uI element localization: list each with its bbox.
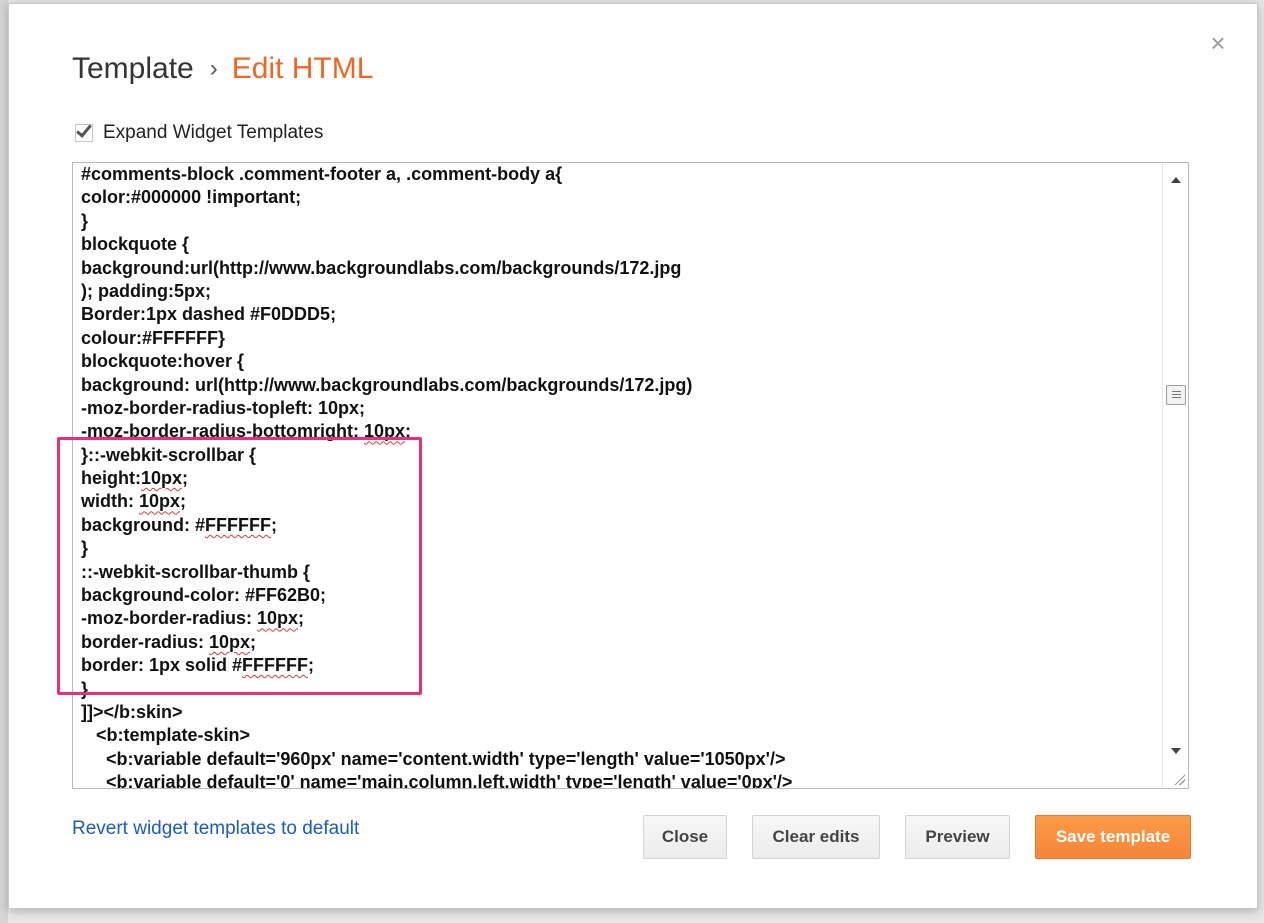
scroll-down-arrow-icon[interactable] <box>1171 748 1181 754</box>
code-line[interactable]: #comments-block .comment-footer a, .comm… <box>81 163 792 186</box>
code-line[interactable]: ::-webkit-scrollbar-thumb { <box>81 561 792 584</box>
edit-html-dialog: × Template › Edit HTML Expand Widget Templ… <box>8 3 1258 909</box>
checkmark-icon <box>76 121 92 138</box>
code-line[interactable]: background: url(http://www.backgroundlab… <box>81 374 792 397</box>
expand-widget-templates-label[interactable]: Expand Widget Templates <box>103 122 323 144</box>
code-line[interactable]: background:url(http://www.backgroundlabs… <box>81 257 792 280</box>
html-code-editor[interactable]: #comments-block .comment-footer a, .comm… <box>72 162 1189 789</box>
scroll-up-arrow-icon[interactable] <box>1171 177 1181 183</box>
code-line[interactable]: ); padding:5px; <box>81 280 792 303</box>
editor-scrollbar[interactable] <box>1162 163 1188 788</box>
code-line[interactable]: } <box>81 210 792 233</box>
breadcrumb-separator: › <box>209 55 218 82</box>
resize-grip-icon[interactable] <box>1173 773 1185 785</box>
code-line[interactable]: }::-webkit-scrollbar { <box>81 444 792 467</box>
breadcrumb-template[interactable]: Template <box>72 52 194 85</box>
close-button[interactable]: Close <box>643 815 727 859</box>
clear-edits-button[interactable]: Clear edits <box>752 815 880 859</box>
preview-button[interactable]: Preview <box>905 815 1010 859</box>
code-line[interactable]: ]]></b:skin> <box>81 701 792 724</box>
code-line[interactable]: <b:variable default='0' name='main.colum… <box>81 771 792 788</box>
code-line[interactable]: height:10px; <box>81 467 792 490</box>
code-line[interactable]: -moz-border-radius-bottomright: 10px; <box>81 420 792 443</box>
expand-widget-templates-checkbox[interactable] <box>75 121 93 142</box>
code-content[interactable]: #comments-block .comment-footer a, .comm… <box>81 163 792 788</box>
code-line[interactable]: Border:1px dashed #F0DDD5; <box>81 303 792 326</box>
expand-widget-templates-row[interactable]: Expand Widget Templates <box>75 121 323 144</box>
code-line[interactable]: <b:template-skin> <box>81 724 792 747</box>
breadcrumb-edit-html: Edit HTML <box>231 52 374 85</box>
scrollbar-thumb[interactable] <box>1166 385 1186 405</box>
save-template-button[interactable]: Save template <box>1035 815 1191 859</box>
code-line[interactable]: blockquote:hover { <box>81 350 792 373</box>
code-line[interactable]: colour:#FFFFFF} <box>81 327 792 350</box>
code-line[interactable]: border-radius: 10px; <box>81 631 792 654</box>
code-line[interactable]: color:#000000 !important; <box>81 186 792 209</box>
revert-widget-templates-link[interactable]: Revert widget templates to default <box>72 818 359 840</box>
code-line[interactable]: background: #FFFFFF; <box>81 514 792 537</box>
code-line[interactable]: } <box>81 678 792 701</box>
code-line[interactable]: width: 10px; <box>81 490 792 513</box>
page-title: Template › Edit HTML <box>72 52 373 86</box>
backdrop <box>0 0 8 923</box>
code-line[interactable]: border: 1px solid #FFFFFF; <box>81 654 792 677</box>
code-line[interactable]: } <box>81 537 792 560</box>
close-dialog-icon[interactable]: × <box>1207 30 1229 56</box>
code-line[interactable]: background-color: #FF62B0; <box>81 584 792 607</box>
code-line[interactable]: <b:variable default='960px' name='conten… <box>81 748 792 771</box>
code-line[interactable]: -moz-border-radius-topleft: 10px; <box>81 397 792 420</box>
code-line[interactable]: -moz-border-radius: 10px; <box>81 607 792 630</box>
code-line[interactable]: blockquote { <box>81 233 792 256</box>
